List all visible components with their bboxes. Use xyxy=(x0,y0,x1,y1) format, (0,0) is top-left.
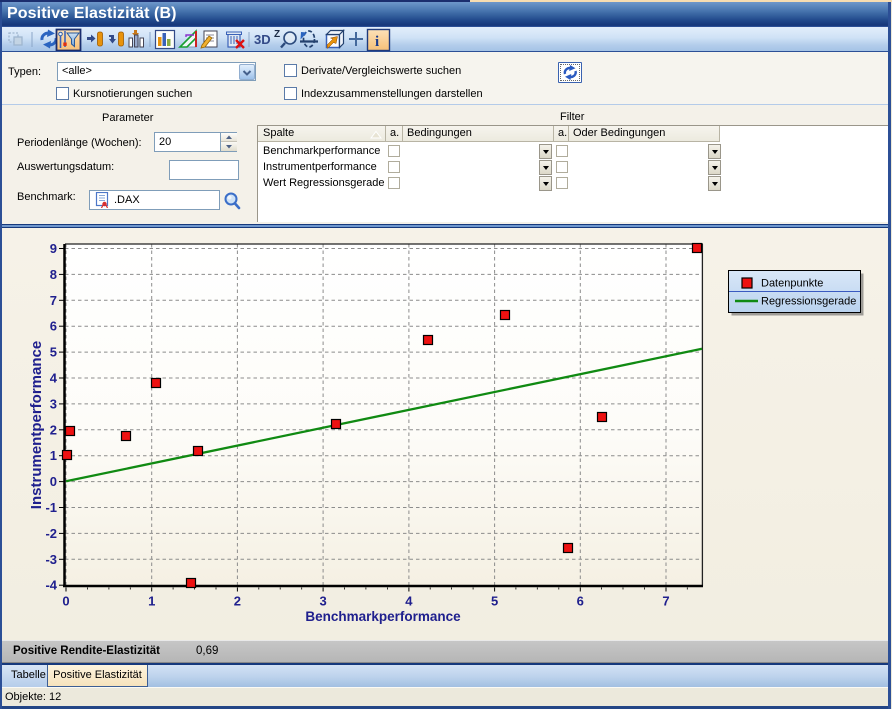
svg-text:6: 6 xyxy=(50,319,57,334)
svg-text:3: 3 xyxy=(319,594,326,609)
svg-text:Instrumentperformance: Instrumentperformance xyxy=(28,341,45,509)
svg-text:1: 1 xyxy=(148,594,155,609)
svg-text:1: 1 xyxy=(50,448,57,463)
svg-text:0: 0 xyxy=(62,594,69,609)
svg-text:7: 7 xyxy=(50,293,57,308)
svg-text:Z: Z xyxy=(274,29,280,40)
svg-text:2: 2 xyxy=(234,594,241,609)
svg-text:i: i xyxy=(375,34,379,50)
svg-text:5: 5 xyxy=(50,345,57,360)
svg-text:2: 2 xyxy=(50,422,57,437)
svg-text:Benchmarkperformance: Benchmarkperformance xyxy=(305,609,461,624)
svg-text:4: 4 xyxy=(50,371,58,386)
svg-text:9: 9 xyxy=(50,241,57,256)
svg-text:3D: 3D xyxy=(254,32,271,47)
svg-text:6: 6 xyxy=(577,594,584,609)
svg-text:4: 4 xyxy=(405,594,413,609)
svg-text:Regressionsgerade: Regressionsgerade xyxy=(761,296,856,308)
svg-text:-1: -1 xyxy=(45,500,57,515)
svg-text:-3: -3 xyxy=(45,552,57,567)
svg-text:-2: -2 xyxy=(45,526,57,541)
svg-text:3: 3 xyxy=(50,396,57,411)
svg-text:7: 7 xyxy=(662,594,669,609)
svg-text:8: 8 xyxy=(50,267,57,282)
svg-text:Datenpunkte: Datenpunkte xyxy=(761,278,823,290)
svg-text:5: 5 xyxy=(491,594,498,609)
svg-text:0: 0 xyxy=(50,474,57,489)
svg-text:-4: -4 xyxy=(45,578,57,593)
